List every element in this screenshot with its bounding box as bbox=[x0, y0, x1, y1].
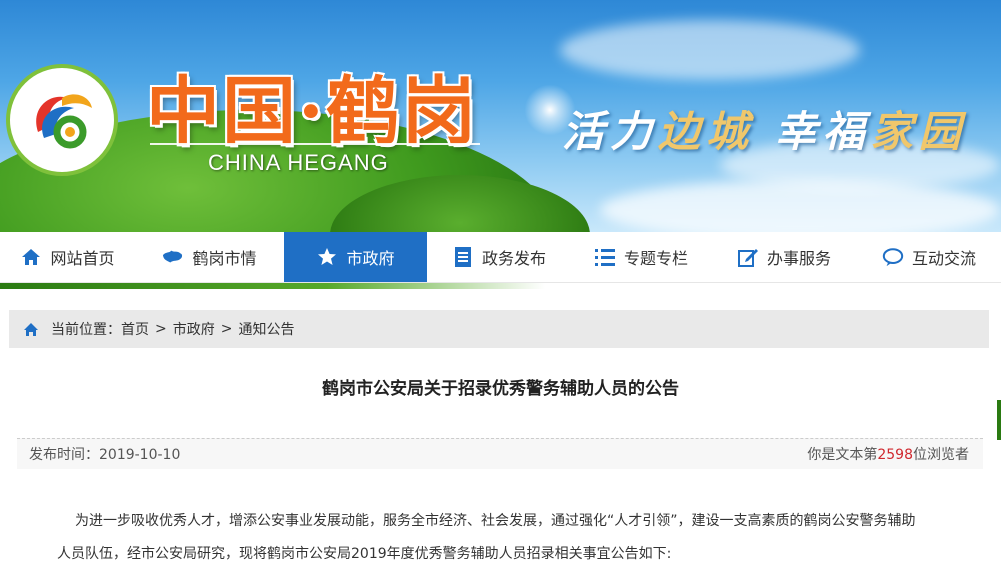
publish-label: 发布时间： bbox=[29, 447, 99, 463]
slogan-part: 家园 bbox=[870, 107, 967, 156]
nav-item-special-topics[interactable]: 专题专栏 bbox=[571, 232, 711, 282]
nav-label: 专题专栏 bbox=[623, 249, 688, 268]
document-icon bbox=[452, 246, 474, 268]
page-edge-decoration bbox=[997, 400, 1001, 440]
visitor-info: 你是文本第2598位浏览者 bbox=[807, 444, 969, 464]
slogan-part: 幸福 bbox=[774, 107, 871, 156]
star-icon bbox=[316, 246, 338, 268]
title-divider bbox=[150, 143, 480, 145]
slogan-part: 边城 bbox=[658, 107, 755, 156]
logo-emblem-icon bbox=[36, 94, 92, 149]
breadcrumb-separator: > bbox=[220, 321, 233, 337]
site-subtitle-en: CHINA HEGANG bbox=[208, 150, 389, 175]
list-icon bbox=[594, 246, 616, 268]
breadcrumb-link-notices[interactable]: 通知公告 bbox=[238, 319, 294, 339]
nav-item-services[interactable]: 办事服务 bbox=[711, 232, 857, 282]
breadcrumb-prefix: 当前位置： bbox=[51, 322, 121, 338]
visitor-count: 2598 bbox=[877, 447, 913, 463]
article-paragraph: 为进一步吸收优秀人才，增添公安事业发展动能，服务全市经济、社会发展，通过强化“人… bbox=[75, 513, 916, 529]
publish-info: 发布时间：2019-10-10 bbox=[29, 444, 180, 464]
article-paragraph: 人员队伍，经市公安局研究，现将鹤岗市公安局2019年度优秀警务辅助人员招录相关事… bbox=[57, 546, 672, 562]
nav-label: 互动交流 bbox=[911, 249, 976, 268]
article-body: 为进一步吸收优秀人才，增添公安事业发展动能，服务全市经济、社会发展，通过强化“人… bbox=[57, 505, 957, 571]
breadcrumb-separator: > bbox=[155, 321, 167, 337]
chat-icon bbox=[882, 246, 904, 268]
main-nav: 网站首页 鹤岗市情 市政府 政务发布 专题专栏 办事服务 互动交流 bbox=[0, 232, 1001, 283]
visitor-suffix: 位浏览者 bbox=[913, 447, 969, 463]
city-logo[interactable] bbox=[6, 64, 118, 176]
nav-label: 网站首页 bbox=[50, 249, 115, 268]
nav-item-city-info[interactable]: 鹤岗市情 bbox=[135, 232, 284, 282]
home-icon bbox=[20, 246, 42, 268]
breadcrumb: 当前位置： 首页 > 市政府 > 通知公告 bbox=[9, 310, 989, 348]
nav-label: 鹤岗市情 bbox=[192, 249, 257, 268]
breadcrumb-link-home[interactable]: 首页 bbox=[121, 319, 149, 339]
map-icon bbox=[162, 246, 184, 268]
city-slogan: 活力边城 幸福家园 bbox=[562, 98, 967, 159]
cloud bbox=[560, 20, 860, 80]
article-meta: 发布时间：2019-10-10 你是文本第2598位浏览者 bbox=[17, 438, 983, 469]
home-icon[interactable] bbox=[23, 322, 39, 337]
breadcrumb-link-government[interactable]: 市政府 bbox=[173, 319, 215, 339]
nav-label: 办事服务 bbox=[766, 249, 831, 268]
header-banner: 中国·鹤岗 CHINA HEGANG 活力边城 幸福家园 bbox=[0, 0, 1001, 232]
nav-item-government[interactable]: 市政府 bbox=[284, 232, 427, 282]
cloud bbox=[600, 180, 1000, 232]
edit-icon bbox=[737, 246, 759, 268]
nav-label: 政务发布 bbox=[481, 249, 546, 268]
slogan-part: 活力 bbox=[562, 107, 659, 156]
article-title: 鹤岗市公安局关于招录优秀警务辅助人员的公告 bbox=[322, 379, 679, 399]
nav-item-home[interactable]: 网站首页 bbox=[0, 232, 135, 282]
nav-label: 市政府 bbox=[346, 249, 395, 268]
visitor-prefix: 你是文本第 bbox=[807, 447, 878, 463]
nav-item-gov-affairs[interactable]: 政务发布 bbox=[427, 232, 571, 282]
decorative-strip bbox=[0, 283, 545, 289]
publish-date: 2019-10-10 bbox=[99, 447, 181, 463]
nav-item-interaction[interactable]: 互动交流 bbox=[857, 232, 1001, 282]
